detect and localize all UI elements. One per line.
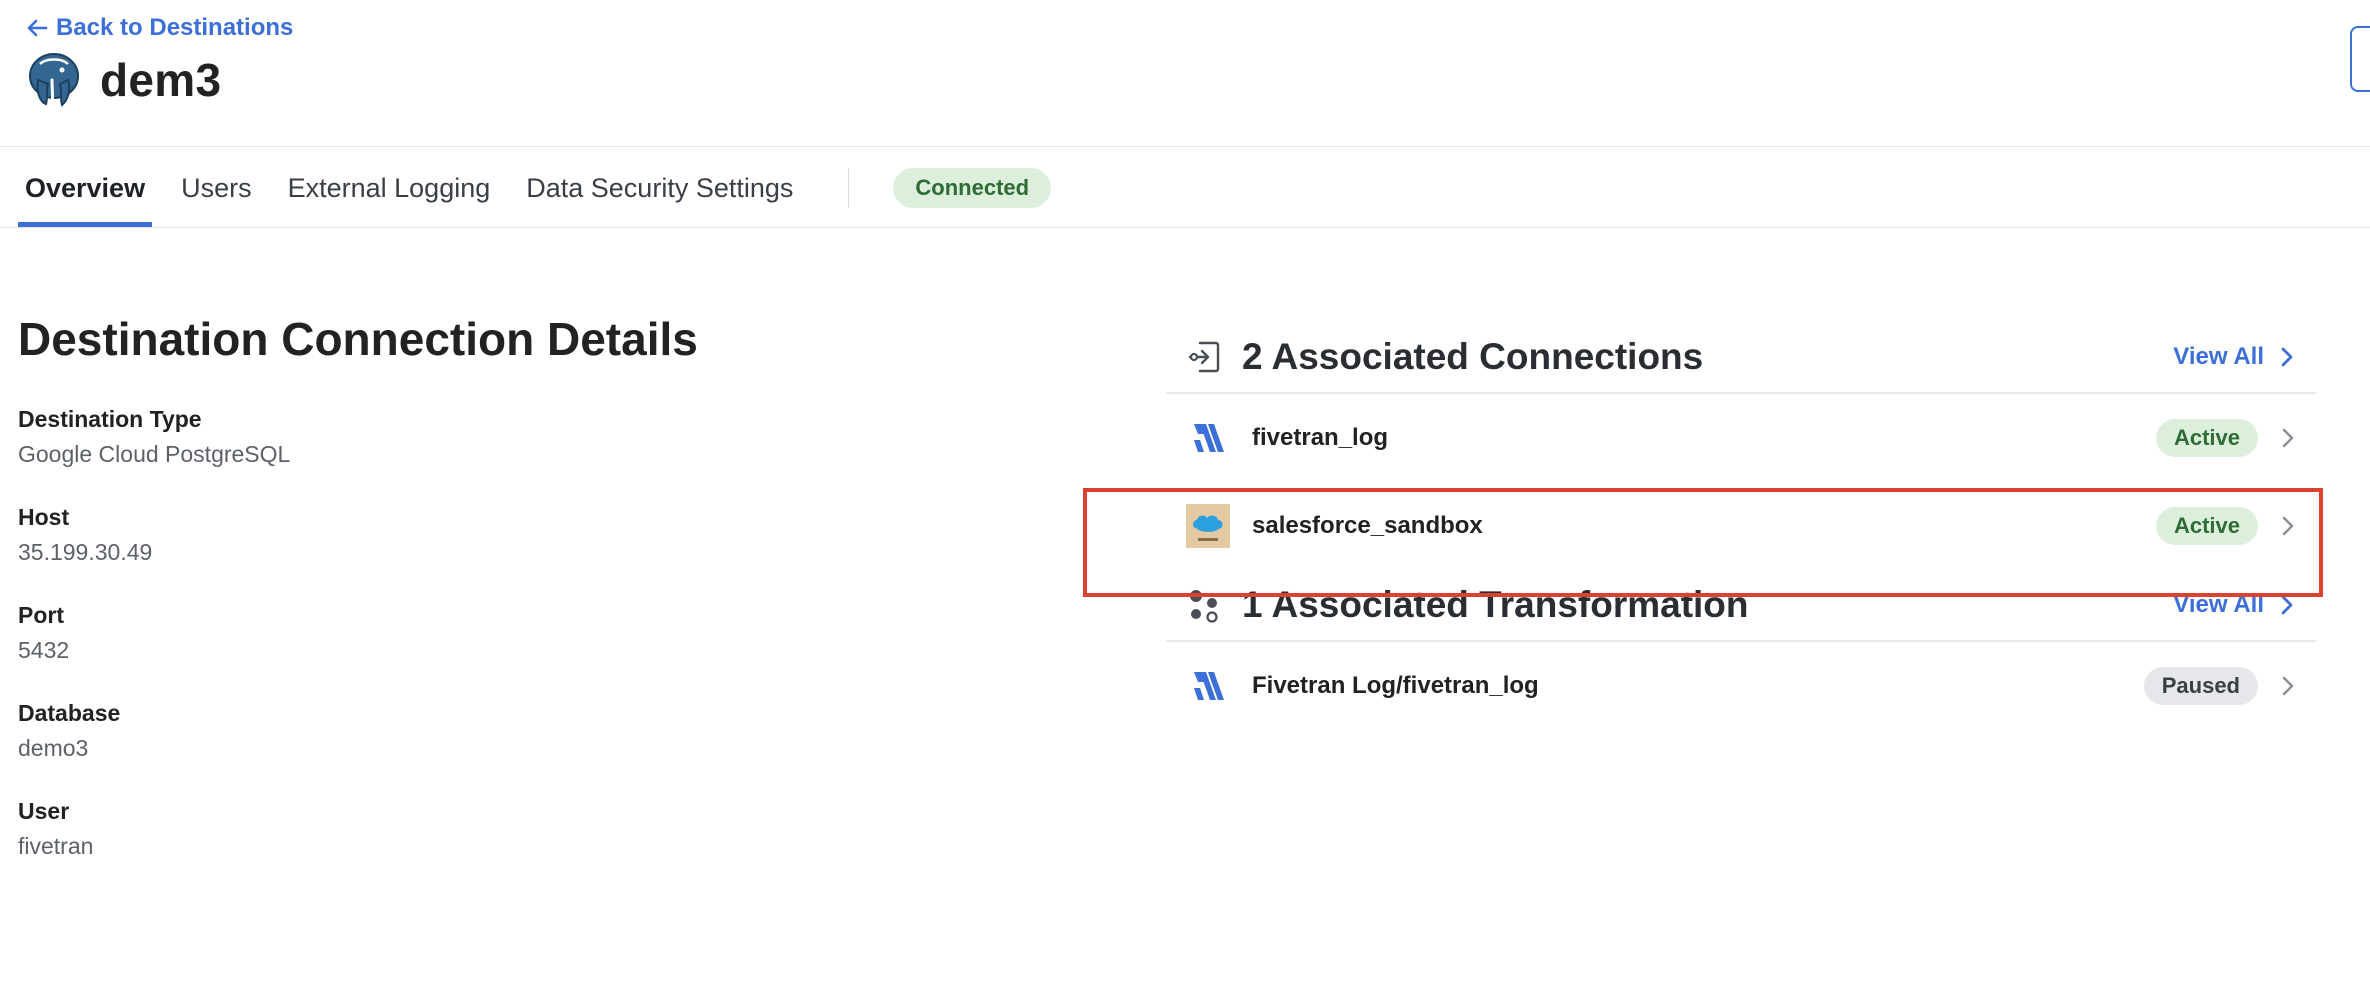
back-to-destinations-link[interactable]: Back to Destinations xyxy=(26,14,293,42)
transformation-name: Fivetran Log/fivetran_log xyxy=(1252,672,1539,699)
field-destination-type: Destination Type Google Cloud PostgreSQL xyxy=(18,406,918,468)
tab-label: Data Security Settings xyxy=(526,172,794,203)
tab-users[interactable]: Users xyxy=(174,148,259,228)
salesforce-sandbox-icon xyxy=(1186,504,1230,548)
arrow-left-icon xyxy=(27,19,48,37)
chevron-right-icon xyxy=(2282,428,2294,448)
field-host: Host 35.199.30.49 xyxy=(18,504,918,566)
title-row: dem3 xyxy=(24,50,221,110)
tab-bar: Overview Users External Logging Data Sec… xyxy=(18,148,1052,228)
field-label: Port xyxy=(18,602,64,628)
page-title: dem3 xyxy=(100,54,222,106)
tab-label: Users xyxy=(181,172,252,203)
header-divider xyxy=(0,146,2370,147)
field-label: Database xyxy=(18,700,121,726)
transformation-row-fivetran-log[interactable]: Fivetran Log/fivetran_log Paused xyxy=(1166,642,2316,730)
header-action-button[interactable] xyxy=(2350,26,2370,92)
field-label: Host xyxy=(18,504,70,530)
field-user: User fivetran xyxy=(18,798,918,860)
tab-external-logging[interactable]: External Logging xyxy=(281,148,498,228)
tab-separator xyxy=(848,168,850,208)
connections-title: 2 Associated Connections xyxy=(1242,336,1704,377)
connection-name: salesforce_sandbox xyxy=(1252,512,1483,539)
view-all-label: View All xyxy=(2173,591,2264,618)
chevron-right-icon xyxy=(2281,595,2293,615)
tab-overview[interactable]: Overview xyxy=(18,148,153,228)
tab-data-security-settings[interactable]: Data Security Settings xyxy=(519,148,800,228)
view-all-label: View All xyxy=(2173,343,2264,370)
transformation-dots-icon xyxy=(1190,590,1218,623)
field-label: Destination Type xyxy=(18,406,202,432)
postgresql-elephant-icon xyxy=(29,53,79,110)
connection-row-salesforce-sandbox[interactable]: salesforce_sandbox Active xyxy=(1166,482,2316,570)
tab-label: Overview xyxy=(25,172,146,203)
associations-panel: 2 Associated Connections View All fivetr… xyxy=(1166,322,2316,730)
chevron-right-icon xyxy=(2282,516,2294,536)
back-link-label: Back to Destinations xyxy=(56,14,294,41)
connections-section-header: 2 Associated Connections View All xyxy=(1166,322,2316,394)
connection-name: fivetran_log xyxy=(1252,424,1389,451)
chevron-right-icon xyxy=(2281,347,2293,367)
field-value: 35.199.30.49 xyxy=(18,539,153,565)
fivetran-logo-icon xyxy=(1194,672,1224,700)
connection-login-icon xyxy=(1188,341,1220,373)
status-badge: Active xyxy=(2155,419,2258,457)
fivetran-logo-icon xyxy=(1194,424,1224,452)
field-label: User xyxy=(18,798,70,824)
status-badge: Paused xyxy=(2143,667,2258,705)
chevron-right-icon xyxy=(2282,676,2294,696)
connections-view-all-link[interactable]: View All xyxy=(2173,343,2296,371)
field-value: Google Cloud PostgreSQL xyxy=(18,441,291,467)
field-value: demo3 xyxy=(18,735,89,761)
connection-row-fivetran-log[interactable]: fivetran_log Active xyxy=(1166,394,2316,482)
destination-page: Back to Destinations dem3 Overview Users… xyxy=(0,0,2370,984)
transformations-title: 1 Associated Transformation xyxy=(1242,584,1749,625)
connection-details: Destination Connection Details Destinati… xyxy=(18,312,918,896)
status-badge: Connected xyxy=(893,168,1052,208)
status-badge: Active xyxy=(2155,507,2258,545)
tab-label: External Logging xyxy=(287,172,491,203)
transformations-section-header: 1 Associated Transformation View All xyxy=(1166,570,2316,642)
field-value: 5432 xyxy=(18,637,70,663)
field-database: Database demo3 xyxy=(18,700,918,762)
details-heading: Destination Connection Details xyxy=(18,313,698,365)
field-port: Port 5432 xyxy=(18,602,918,664)
field-value: fivetran xyxy=(18,833,94,859)
tabs-divider xyxy=(0,227,2370,228)
transformations-view-all-link[interactable]: View All xyxy=(2173,591,2296,619)
